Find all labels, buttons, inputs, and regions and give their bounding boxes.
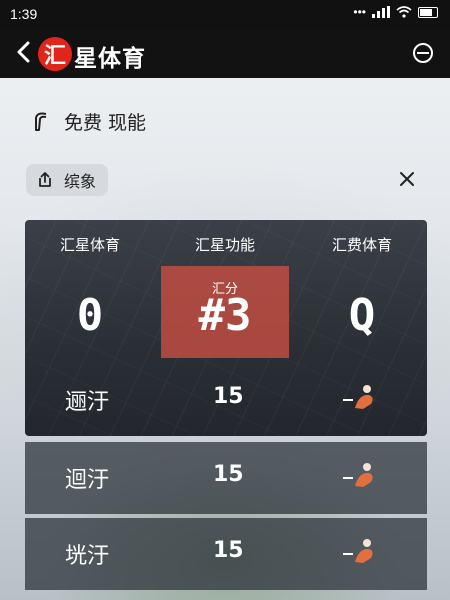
back-arrow-icon[interactable] — [12, 37, 36, 67]
stat-value: 15 — [213, 462, 244, 487]
app-title: 星体育 — [74, 46, 146, 72]
player-icon — [343, 385, 373, 409]
right-score: Q — [348, 290, 376, 341]
stat-value: 15 — [213, 384, 244, 409]
scoreboard-col3-label: 汇费体育 — [331, 236, 392, 254]
scoreboard-col1-label: 汇星体育 — [59, 236, 120, 254]
battery-icon — [418, 6, 438, 18]
bookmark-icon — [35, 112, 47, 131]
stat-row[interactable]: 垙汙 15 — [25, 518, 427, 590]
stat-name: 迴汙 — [65, 468, 110, 493]
stat-name: 垙汙 — [65, 544, 110, 569]
feature-row[interactable]: 免费 现能 — [30, 108, 146, 135]
stat-name: 逦汙 — [65, 390, 110, 415]
stat-value: 15 — [213, 538, 244, 563]
status-time: 1:39 — [10, 6, 38, 22]
app-header: 汇 星体育 — [0, 28, 450, 78]
options-icon[interactable] — [412, 42, 434, 64]
player-icon — [343, 539, 373, 563]
status-icons: ••• — [353, 5, 438, 19]
stat-row[interactable]: 迴汙 15 — [25, 442, 427, 514]
scoreboard-col2-label: 汇星功能 — [194, 236, 255, 254]
share-icon — [39, 172, 51, 187]
status-bar: 1:39 ••• — [0, 0, 450, 28]
player-icon — [343, 463, 373, 487]
left-score: 0 — [76, 290, 104, 341]
center-value: #3 — [198, 290, 252, 341]
tag-label: 缤象 — [64, 172, 97, 191]
tag-row: 缤象 — [26, 164, 426, 198]
app-logo: 汇 — [38, 37, 72, 71]
wifi-icon — [396, 6, 412, 18]
stat-row[interactable]: 逦汙 15 — [25, 364, 427, 436]
close-icon[interactable] — [396, 168, 418, 190]
more-dots-icon: ••• — [353, 5, 366, 19]
tag-chip[interactable]: 缤象 — [26, 164, 109, 196]
feature-label: 免费 现能 — [64, 112, 147, 134]
signal-icon — [372, 6, 390, 18]
